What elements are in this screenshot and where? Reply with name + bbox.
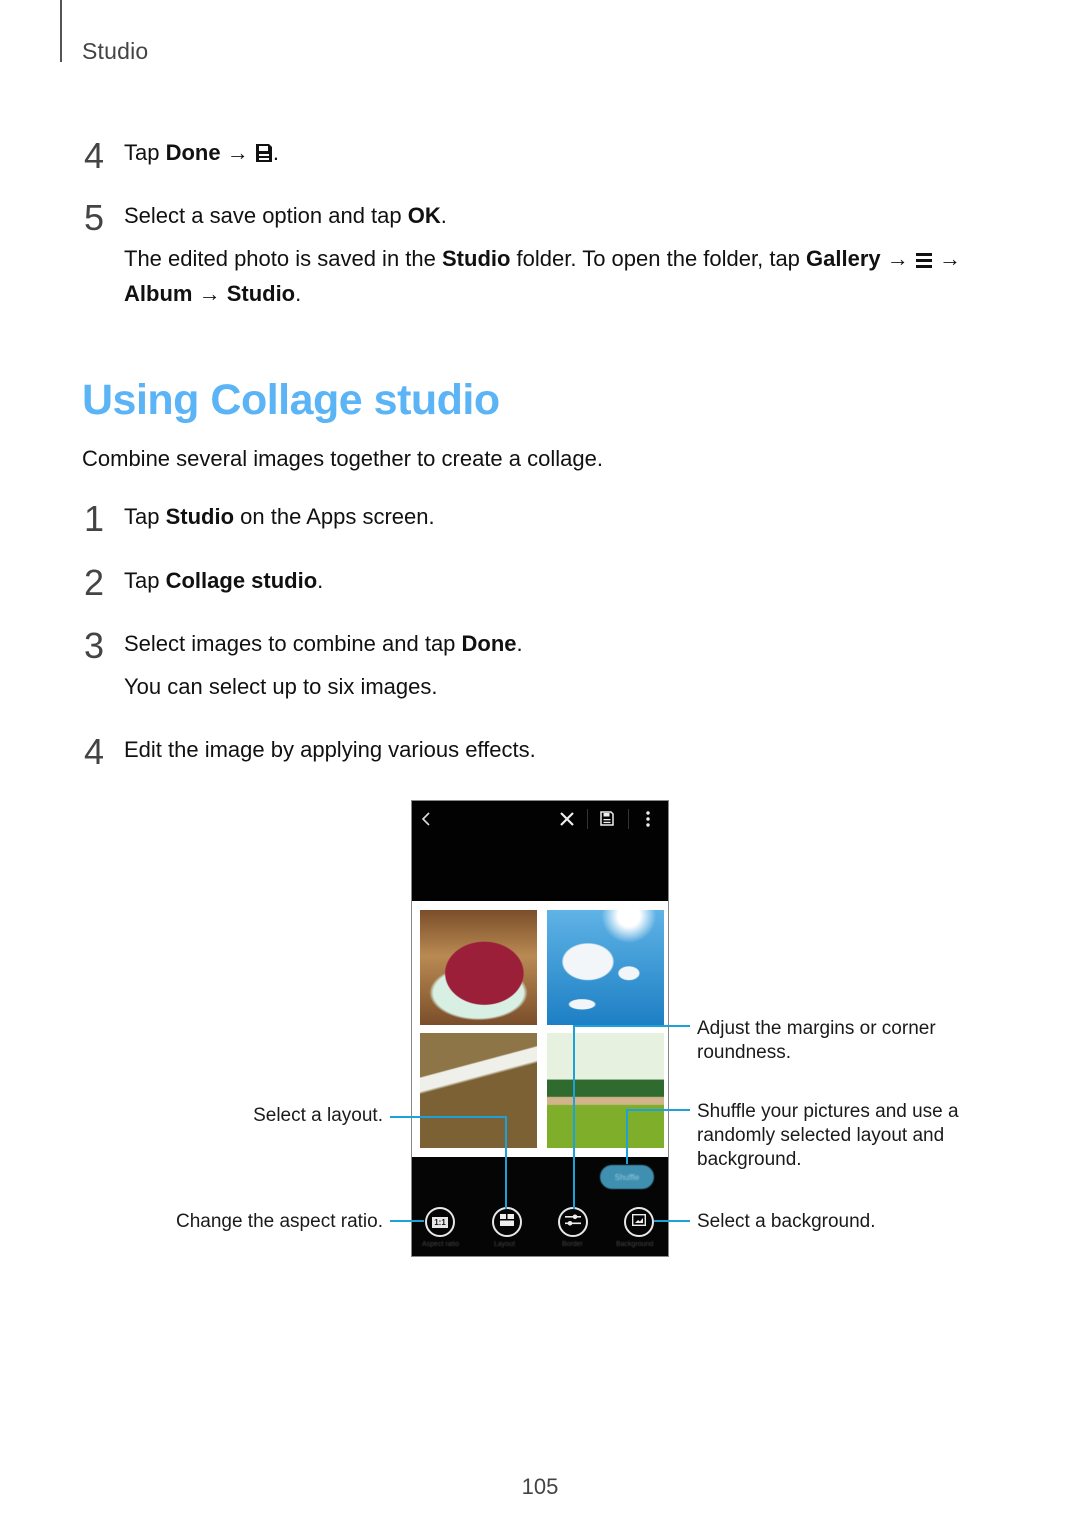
menu-icon [915, 246, 933, 278]
sliders-icon [565, 1213, 581, 1231]
aspect-ratio-icon: 1:1 [432, 1216, 448, 1228]
section-label: Studio [82, 38, 149, 64]
note-ui-term: Album [124, 280, 193, 306]
step-text: Select a save option and tap OK. [124, 200, 447, 232]
section-title: Using Collage studio [82, 376, 500, 424]
tool-label: Background [616, 1241, 654, 1248]
beach-waves-photo[interactable] [420, 1033, 537, 1148]
aspect-ratio-button[interactable]: 1:1 [425, 1207, 455, 1237]
arrow: → [192, 280, 227, 306]
callout-shuffle: Shuffle your pictures and use a randomly… [697, 1101, 959, 1171]
tool-label: Layout [494, 1241, 516, 1248]
step-text-part: Tap [124, 504, 166, 529]
background-button[interactable] [624, 1207, 654, 1237]
note-ui-term: Studio [442, 246, 511, 271]
step-text: Tap Collage studio. [124, 565, 323, 597]
callout-line-background [654, 1220, 690, 1222]
page-number: 105 [521, 1474, 559, 1499]
step-text-part: Select images to combine and tap [124, 631, 462, 656]
step-ui-term: Studio [165, 504, 235, 529]
callout-line-margins [573, 1025, 690, 1027]
step-text-part: . [516, 631, 523, 656]
toolbar-divider [587, 809, 588, 829]
collage-canvas [412, 901, 668, 1157]
step-number: 5 [84, 197, 105, 238]
collage-screenshot: Shuffle 1:1 Aspect ratio Layout Border B… [411, 800, 669, 1257]
layout-grid-icon [500, 1213, 514, 1231]
step-text: Select images to combine and tap Done. [124, 628, 523, 660]
step-text-part: . [272, 140, 279, 165]
background-image-icon [631, 1213, 647, 1231]
shuffle-button[interactable]: Shuffle [600, 1165, 654, 1189]
note-text: folder. To open the folder, tap [510, 246, 807, 271]
more-vertical-icon[interactable] [645, 810, 651, 833]
back-chevron-icon[interactable] [420, 811, 434, 832]
step-text-part: Select a save option and tap [124, 203, 408, 228]
callout-aspect-ratio: Change the aspect ratio. [175, 1211, 383, 1232]
step-text: Tap Studio on the Apps screen. [124, 501, 435, 533]
toolbar-divider [628, 809, 629, 829]
step-ui-term: OK [407, 203, 441, 228]
callout-layout: Select a layout. [253, 1105, 383, 1126]
callout-line-shuffle [626, 1109, 690, 1111]
tool-label: Aspect ratio [422, 1241, 459, 1248]
note-text: . [295, 280, 302, 306]
step-number: 1 [84, 498, 105, 539]
close-icon[interactable] [559, 811, 575, 832]
step-number: 4 [84, 135, 105, 176]
layout-button[interactable] [492, 1207, 522, 1237]
note-ui-term: Studio [226, 280, 296, 306]
save-note: The edited photo is saved in the Studio … [124, 243, 984, 310]
callout-line-margins [573, 1025, 575, 1209]
step-text: Edit the image by applying various effec… [124, 737, 536, 762]
screenshot-toolbar [412, 801, 668, 901]
step-number: 4 [84, 731, 105, 772]
arrow: → [220, 140, 255, 165]
step-number: 2 [84, 562, 105, 603]
step-text-part: on the Apps screen. [234, 504, 435, 529]
save-icon[interactable] [600, 811, 614, 831]
callout-line-aspect [390, 1220, 424, 1222]
header-rule [60, 0, 62, 62]
note-text: The edited photo is saved in the [124, 246, 442, 271]
step-text-part: . [317, 568, 324, 593]
callout-margins: Adjust the margins or corner roundness. [697, 1018, 936, 1064]
tool-label: Border [562, 1241, 584, 1248]
step-text-part: Tap [124, 140, 166, 165]
arrow: → [932, 246, 961, 271]
step-text-part: . [440, 203, 447, 228]
raspberry-tart-photo[interactable] [420, 910, 537, 1025]
arrow: → [880, 246, 915, 271]
save-icon [255, 140, 273, 172]
step-note: You can select up to six images. [124, 674, 438, 699]
sky-clouds-photo[interactable] [547, 910, 664, 1025]
step-text: Tap Done → . [124, 137, 279, 172]
coastal-field-photo[interactable] [547, 1033, 664, 1148]
callout-line-layout [505, 1116, 507, 1209]
section-intro: Combine several images together to creat… [82, 446, 603, 471]
step-ui-term: Done [461, 631, 517, 656]
note-ui-term: Gallery [806, 246, 881, 271]
screenshot-bottom-bar: Shuffle 1:1 Aspect ratio Layout Border B… [412, 1157, 668, 1256]
callout-background: Select a background. [697, 1211, 876, 1232]
step-ui-term: Collage studio [165, 568, 318, 593]
callout-line-shuffle [626, 1109, 628, 1164]
step-number: 3 [84, 625, 105, 666]
step-text-part: Tap [124, 568, 166, 593]
border-button[interactable] [558, 1207, 588, 1237]
callout-line-layout [390, 1116, 507, 1118]
step-ui-term: Done [165, 140, 221, 165]
